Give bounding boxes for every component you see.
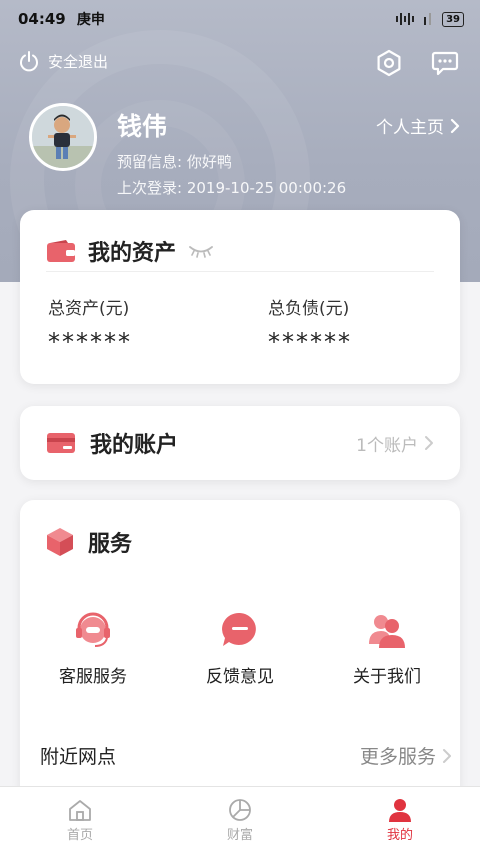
cell-signal-icon: [424, 13, 432, 25]
header-actions: [374, 48, 460, 78]
assets-title: 我的资产: [88, 240, 177, 266]
services-header: 服务: [46, 526, 132, 558]
home-icon: [69, 799, 91, 821]
nav-mine[interactable]: 我的: [320, 787, 480, 853]
status-bar: 04:49 庚申 39: [0, 0, 480, 38]
profile-page-link[interactable]: 个人主页: [376, 113, 460, 138]
status-indicators: 39: [396, 11, 464, 27]
about-us-label: 关于我们: [353, 667, 421, 687]
customer-service-label: 客服服务: [59, 667, 127, 687]
box-icon: [47, 528, 73, 556]
user-icon: [389, 798, 411, 822]
account-title: 我的账户: [90, 433, 179, 458]
services-title: 服务: [88, 532, 133, 557]
total-liabilities-label: 总负债(元): [268, 299, 350, 319]
chevron-right-icon: [443, 748, 451, 763]
total-assets-label: 总资产(元): [48, 299, 130, 319]
wallet-icon: [47, 239, 75, 262]
reserved-info: 预留信息: 你好鸭: [117, 153, 232, 171]
assets-header: 我的资产: [46, 230, 434, 272]
profile-link-label: 个人主页: [376, 118, 444, 138]
eye-closed-icon[interactable]: [188, 244, 214, 258]
more-services-label: 更多服务: [359, 746, 436, 768]
headset-icon: [76, 612, 110, 647]
status-time-group: 04:49 庚申: [18, 9, 105, 29]
account-count-label: 1个账户: [356, 435, 418, 456]
my-account-card[interactable]: 我的账户 1个账户: [20, 406, 460, 480]
feedback-item[interactable]: 反馈意见: [165, 610, 315, 687]
feedback-bubble-icon: [222, 612, 256, 646]
nav-home-label: 首页: [66, 827, 93, 843]
about-us-item[interactable]: 关于我们: [312, 610, 462, 687]
user-name: 钱伟: [117, 112, 168, 141]
pie-chart-icon: [229, 798, 251, 821]
avatar[interactable]: [29, 103, 97, 171]
battery-icon: 39: [442, 11, 464, 27]
signal-icon: [396, 13, 415, 25]
power-icon: [20, 51, 38, 72]
status-day: 庚申: [76, 12, 105, 28]
customer-service-item[interactable]: 客服服务: [18, 610, 168, 687]
logout-button[interactable]: 安全退出: [18, 50, 108, 72]
logout-label: 安全退出: [48, 52, 109, 71]
nav-wealth[interactable]: 财富: [160, 787, 320, 853]
people-icon: [369, 615, 405, 648]
account-count: 1个账户: [356, 431, 434, 456]
message-icon[interactable]: [430, 48, 460, 78]
nav-home[interactable]: 首页: [0, 787, 160, 853]
status-time: 04:49: [18, 10, 66, 28]
total-assets-value: ******: [48, 328, 132, 356]
feedback-label: 反馈意见: [206, 667, 274, 687]
more-services-link[interactable]: 更多服务: [360, 742, 452, 769]
nav-mine-label: 我的: [386, 827, 413, 843]
total-liabilities-value: ******: [268, 328, 352, 356]
chevron-right-icon: [450, 118, 460, 133]
bottom-navigation: 首页 财富 我的: [0, 786, 480, 853]
bank-card-icon: [47, 433, 75, 453]
last-login: 上次登录: 2019-10-25 00:00:26: [117, 179, 347, 197]
avatar-photo: [32, 106, 94, 168]
chevron-right-icon: [425, 436, 433, 450]
nearby-branches-link[interactable]: 附近网点: [40, 742, 116, 769]
settings-icon[interactable]: [374, 48, 404, 78]
nav-wealth-label: 财富: [226, 827, 253, 843]
assets-card: 我的资产 总资产(元) ****** 总负债(元) ******: [20, 210, 460, 384]
